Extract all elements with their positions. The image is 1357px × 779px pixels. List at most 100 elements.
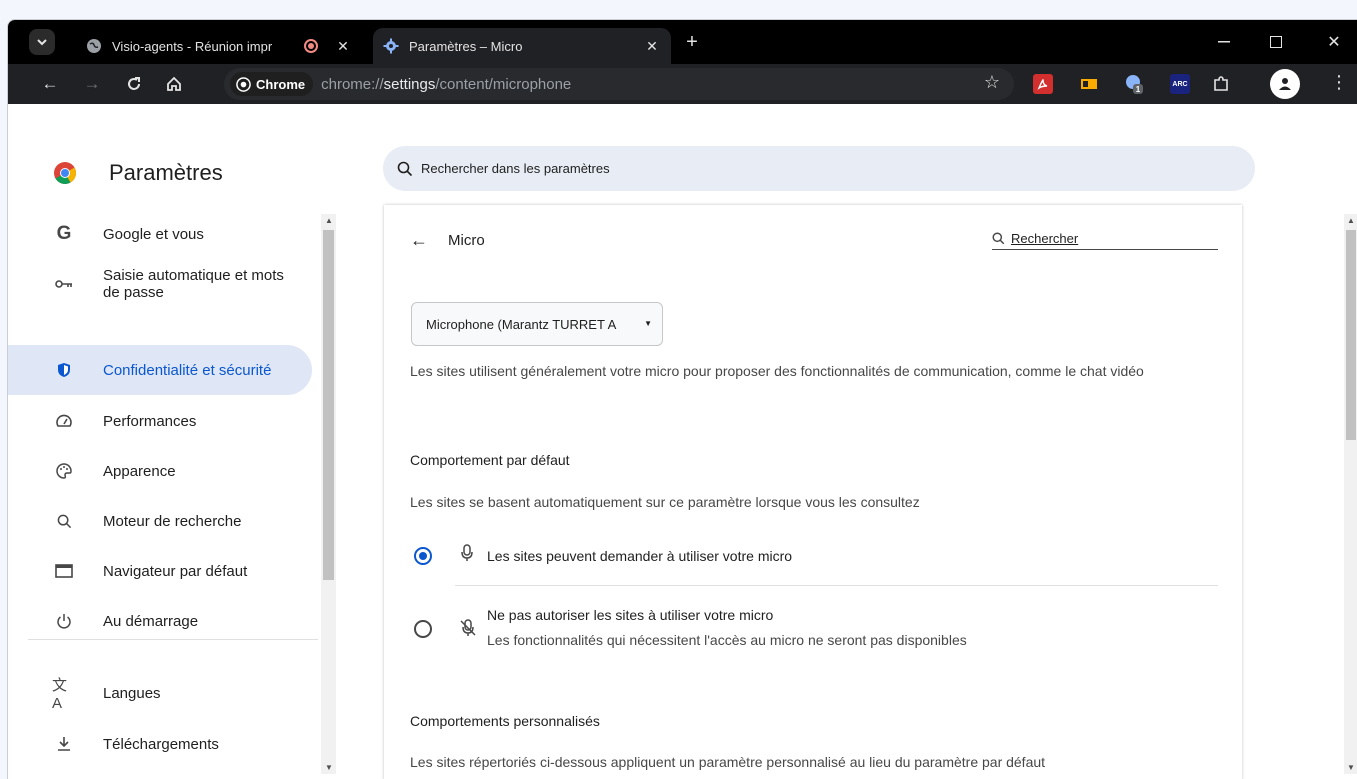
minimize-icon xyxy=(1218,41,1230,43)
url-host: settings xyxy=(383,75,436,93)
search-icon xyxy=(397,161,413,176)
tab-title: Visio-agents - Réunion impr xyxy=(112,38,273,54)
close-tab-icon[interactable]: ✕ xyxy=(334,38,352,55)
pdf-extension-icon[interactable] xyxy=(1033,74,1053,94)
reload-button[interactable] xyxy=(122,72,146,96)
globe-icon xyxy=(86,38,102,54)
search-icon xyxy=(52,509,76,533)
browser-window-icon xyxy=(52,559,76,583)
option-allow-label[interactable]: Les sites peuvent demander à utiliser vo… xyxy=(487,548,792,564)
power-icon xyxy=(52,609,76,633)
sidebar-item-languages[interactable]: 文A Langues xyxy=(8,668,312,718)
browser-window: Visio-agents - Réunion impr ✕ Paramètres… xyxy=(7,19,1357,779)
arc-extension-icon[interactable]: ARC xyxy=(1170,74,1190,94)
search-placeholder: Rechercher dans les paramètres xyxy=(421,161,610,176)
scroll-down-arrow-icon[interactable]: ▼ xyxy=(1347,763,1355,772)
key-icon xyxy=(52,272,76,296)
microphone-off-icon xyxy=(460,619,476,636)
url-text[interactable]: chrome://settings/content/microphone xyxy=(321,76,571,93)
sidebar-item-label: Google et vous xyxy=(103,225,204,243)
new-tab-button[interactable]: + xyxy=(680,30,704,54)
scrollbar-thumb[interactable] xyxy=(323,230,334,580)
chrome-logo-icon xyxy=(54,162,76,184)
palette-icon xyxy=(52,459,76,483)
address-bar[interactable]: Chrome chrome://settings/content/microph… xyxy=(224,68,1014,100)
profile-avatar[interactable] xyxy=(1270,69,1300,99)
subpage-search-placeholder: Rechercher xyxy=(1011,231,1079,246)
sidebar-scrollbar[interactable]: ▲ ▼ xyxy=(321,214,336,774)
arrow-left-icon: ← xyxy=(41,74,59,93)
microphone-device-select[interactable]: Microphone (Marantz TURRET A ▼ xyxy=(411,302,663,346)
tab-title: Paramètres – Micro xyxy=(409,38,523,54)
sidebar-item-label: Confidentialité et sécurité xyxy=(103,361,272,379)
tab-settings-micro[interactable]: Paramètres – Micro ✕ xyxy=(373,28,671,64)
chrome-logo-icon xyxy=(236,76,251,92)
chevron-down-icon xyxy=(37,39,47,46)
speedometer-icon xyxy=(52,409,76,433)
custom-behavior-subtitle: Les sites répertoriés ci-dessous appliqu… xyxy=(410,754,1046,770)
settings-sidebar: G Google et vous Saisie automatique et m… xyxy=(8,205,320,779)
home-icon xyxy=(167,76,181,91)
back-button[interactable]: ← xyxy=(38,72,62,96)
arrow-right-icon: → xyxy=(83,74,101,93)
search-icon xyxy=(992,232,1005,245)
scrollbar-thumb[interactable] xyxy=(1346,230,1356,440)
minimize-button[interactable] xyxy=(1200,20,1248,64)
subpage-search-input[interactable]: Rechercher xyxy=(992,228,1218,250)
default-behavior-subtitle: Les sites se basent automatiquement sur … xyxy=(410,494,920,510)
radio-allow[interactable] xyxy=(414,547,432,565)
puzzle-icon xyxy=(1214,76,1228,91)
maximize-icon xyxy=(1270,36,1282,48)
settings-search-input[interactable]: Rechercher dans les paramètres xyxy=(383,146,1255,191)
dropdown-caret-icon: ▼ xyxy=(644,319,652,328)
sidebar-item-downloads[interactable]: Téléchargements xyxy=(8,719,312,769)
subpage-title: Micro xyxy=(448,232,485,249)
scroll-up-arrow-icon[interactable]: ▲ xyxy=(1347,216,1355,225)
option-block-sublabel: Les fonctionnalités qui nécessitent l'ac… xyxy=(487,632,967,648)
sidebar-item-appearance[interactable]: Apparence xyxy=(8,446,312,496)
maximize-button[interactable] xyxy=(1252,20,1300,64)
sidebar-item-label: Saisie automatique et mots de passe xyxy=(103,267,284,301)
sidebar-divider xyxy=(28,639,318,640)
tab-search-button[interactable] xyxy=(29,29,55,55)
settings-card xyxy=(384,205,1242,779)
bookmark-star-icon[interactable]: ☆ xyxy=(984,72,1000,93)
scroll-up-arrow-icon[interactable]: ▲ xyxy=(325,216,333,225)
sidebar-item-label: Performances xyxy=(103,412,197,430)
extensions-button[interactable] xyxy=(1209,72,1233,96)
reload-icon xyxy=(128,77,140,90)
sidebar-item-label: Navigateur par défaut xyxy=(103,562,248,580)
recording-indicator-icon xyxy=(304,39,318,53)
more-menu-icon[interactable]: ⋮ xyxy=(1330,72,1348,93)
radio-block[interactable] xyxy=(414,620,432,638)
option-block-label[interactable]: Ne pas autoriser les sites à utiliser vo… xyxy=(487,607,773,623)
sidebar-item-autofill[interactable]: Saisie automatique et mots de passe xyxy=(8,259,312,309)
sidebar-item-search-engine[interactable]: Moteur de recherche xyxy=(8,496,312,546)
google-g-icon: G xyxy=(56,223,72,244)
home-button[interactable] xyxy=(162,72,186,96)
sidebar-item-label: Langues xyxy=(103,684,161,702)
sidebar-item-google[interactable]: G Google et vous xyxy=(8,209,312,259)
close-tab-icon[interactable]: ✕ xyxy=(643,38,661,55)
chip-label: Chrome xyxy=(256,76,306,92)
page-title: Paramètres xyxy=(109,160,223,185)
sidebar-item-label: Moteur de recherche xyxy=(103,512,242,530)
close-window-button[interactable]: ✕ xyxy=(1310,20,1357,64)
sidebar-item-performance[interactable]: Performances xyxy=(8,396,312,446)
forward-button[interactable]: → xyxy=(80,72,104,96)
scroll-down-arrow-icon[interactable]: ▼ xyxy=(325,763,333,772)
default-behavior-heading: Comportement par défaut xyxy=(410,452,570,468)
download-icon xyxy=(52,732,76,756)
sidebar-item-default-browser[interactable]: Navigateur par défaut xyxy=(8,546,312,596)
translate-icon: 文A xyxy=(52,677,68,712)
notes-extension-icon[interactable] xyxy=(1079,74,1099,94)
sidebar-item-privacy[interactable]: Confidentialité et sécurité xyxy=(8,345,312,395)
settings-gear-icon xyxy=(383,38,399,54)
tab-visio-agents[interactable]: Visio-agents - Réunion impr ✕ xyxy=(76,28,362,64)
shield-icon xyxy=(52,358,76,382)
chrome-chip[interactable]: Chrome xyxy=(230,72,314,96)
sidebar-item-label: Téléchargements xyxy=(103,735,219,753)
back-arrow-icon[interactable]: ← xyxy=(410,230,428,251)
puzzle-badge-extension-icon[interactable]: 1 xyxy=(1124,74,1144,94)
main-scrollbar[interactable]: ▲ ▼ xyxy=(1344,214,1357,774)
